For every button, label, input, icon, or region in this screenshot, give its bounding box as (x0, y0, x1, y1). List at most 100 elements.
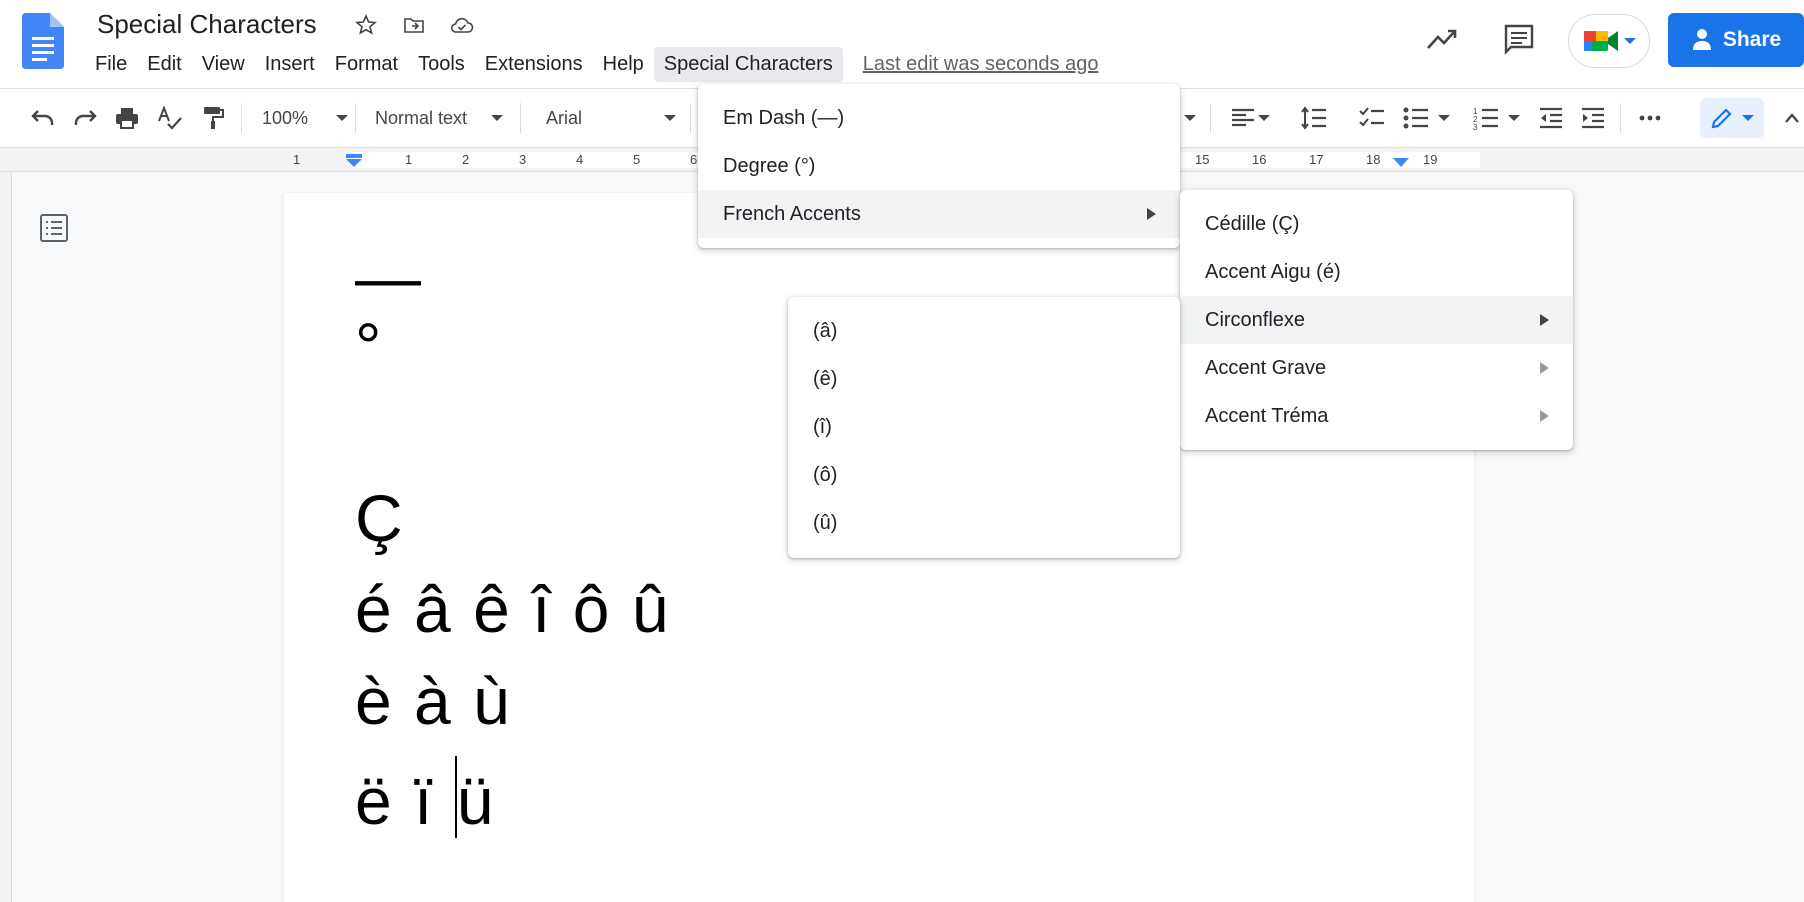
doc-text-after-cursor: ü (456, 764, 496, 838)
menu-item-o-circonflexe[interactable]: (ô) (788, 451, 1180, 499)
vertical-ruler[interactable] (0, 172, 12, 902)
ruler-number: 6 (690, 152, 698, 167)
ruler-number: 19 (1423, 152, 1438, 167)
menu-item-french-accents[interactable]: French Accents (698, 190, 1180, 238)
menu-item-u-circonflexe[interactable]: (û) (788, 499, 1180, 547)
print-icon[interactable] (114, 103, 140, 133)
menu-item-label: Cédille (Ç) (1205, 212, 1300, 235)
menu-item-label: (â) (813, 319, 838, 342)
ruler-number: 1 (405, 152, 413, 167)
right-indent-marker-icon[interactable] (1393, 158, 1409, 168)
menu-item-em-dash[interactable]: Em Dash (—) (698, 94, 1180, 142)
move-folder-icon[interactable] (400, 11, 428, 39)
ruler-number: 3 (519, 152, 527, 167)
more-options-icon[interactable] (1638, 103, 1662, 133)
french-accents-submenu: Cédille (Ç) Accent Aigu (é) Circonflexe … (1180, 190, 1573, 450)
meet-button[interactable] (1568, 14, 1650, 68)
menu-view[interactable]: View (192, 47, 255, 82)
font-value: Arial (546, 107, 583, 128)
doc-text-before-cursor: ë ï (355, 764, 455, 838)
ruler-number: 15 (1195, 152, 1210, 167)
star-icon[interactable] (352, 11, 380, 39)
checklist-icon[interactable] (1358, 103, 1386, 133)
svg-text:3: 3 (1473, 123, 1478, 130)
spellcheck-icon[interactable] (156, 103, 184, 133)
menu-item-cedille[interactable]: Cédille (Ç) (1180, 200, 1573, 248)
font-select[interactable]: Arial (546, 103, 677, 133)
editing-mode-button[interactable] (1700, 98, 1764, 138)
ruler-number: 2 (462, 152, 470, 167)
paint-format-icon[interactable] (200, 103, 226, 133)
ruler-number: 17 (1309, 152, 1324, 167)
cloud-saved-icon[interactable] (448, 11, 476, 39)
bulleted-list-icon[interactable] (1402, 103, 1450, 133)
menu-item-degree[interactable]: Degree (°) (698, 142, 1180, 190)
submenu-arrow-icon (1540, 410, 1549, 422)
header: Special Characters File Edit View Insert… (0, 0, 1804, 88)
menu-extensions[interactable]: Extensions (475, 47, 593, 82)
meet-icon (1584, 31, 1618, 51)
menu-item-accent-trema[interactable]: Accent Tréma (1180, 392, 1573, 440)
doc-line-trema: ë ï ü (355, 756, 495, 839)
numbered-list-icon[interactable]: 123 (1472, 103, 1520, 133)
ruler-number: 5 (633, 152, 641, 167)
menu-item-e-circonflexe[interactable]: (ê) (788, 355, 1180, 403)
increase-indent-icon[interactable] (1580, 103, 1606, 133)
zoom-value: 100% (262, 107, 309, 128)
menubar: File Edit View Insert Format Tools Exten… (85, 46, 1098, 82)
menu-item-label: French Accents (723, 202, 861, 225)
menu-file[interactable]: File (85, 47, 137, 82)
last-edit-link[interactable]: Last edit was seconds ago (863, 53, 1099, 76)
share-lock-person-icon (1692, 29, 1711, 50)
line-spacing-icon[interactable] (1300, 103, 1328, 133)
meet-caret-icon (1624, 38, 1636, 44)
menu-item-label: Circonflexe (1205, 308, 1306, 331)
menu-item-a-circonflexe[interactable]: (â) (788, 307, 1180, 355)
menu-tools[interactable]: Tools (408, 47, 475, 82)
decrease-indent-icon[interactable] (1538, 103, 1564, 133)
doc-line-degree: ° (355, 309, 384, 383)
docs-logo-icon[interactable] (22, 13, 64, 69)
menu-item-label: Em Dash (—) (723, 106, 845, 129)
menu-help[interactable]: Help (593, 47, 654, 82)
doc-line-aigu-circonflexe: é â ê î ô û (355, 572, 671, 646)
menu-item-label: Accent Grave (1205, 356, 1327, 379)
caret-icon[interactable] (1184, 103, 1196, 133)
document-outline-icon[interactable] (38, 212, 70, 249)
menu-item-circonflexe[interactable]: Circonflexe (1180, 296, 1573, 344)
menu-item-label: Accent Aigu (é) (1205, 260, 1341, 283)
undo-icon[interactable] (30, 103, 56, 133)
zoom-select[interactable]: 100% (262, 103, 349, 133)
special-characters-menu: Em Dash (—) Degree (°) French Accents (698, 84, 1180, 248)
zoom-caret-icon (336, 115, 349, 121)
menu-edit[interactable]: Edit (137, 47, 191, 82)
submenu-arrow-icon (1147, 208, 1156, 220)
menu-special-characters[interactable]: Special Characters (653, 46, 843, 82)
doc-line-cedille: Ç (355, 481, 405, 555)
submenu-arrow-icon (1540, 314, 1549, 326)
menu-format[interactable]: Format (325, 47, 408, 82)
menu-insert[interactable]: Insert (255, 47, 325, 82)
circonflexe-submenu: (â) (ê) (î) (ô) (û) (788, 297, 1180, 558)
font-caret-icon (664, 115, 677, 121)
document-title[interactable]: Special Characters (97, 9, 317, 40)
menu-item-accent-aigu[interactable]: Accent Aigu (é) (1180, 248, 1573, 296)
align-left-icon[interactable] (1230, 103, 1270, 133)
style-select[interactable]: Normal text (375, 103, 504, 133)
submenu-arrow-icon (1540, 362, 1549, 374)
menu-item-accent-grave[interactable]: Accent Grave (1180, 344, 1573, 392)
menu-item-label: (ê) (813, 367, 838, 390)
share-button[interactable]: Share (1668, 13, 1804, 67)
bullet-caret-icon (1438, 115, 1450, 121)
comments-icon[interactable] (1502, 22, 1536, 61)
menu-item-label: (ô) (813, 463, 838, 486)
collapse-menus-icon[interactable] (1784, 103, 1800, 133)
left-indent-marker-icon[interactable] (345, 154, 363, 168)
menu-item-label: (î) (813, 415, 832, 438)
style-value: Normal text (375, 107, 468, 128)
activity-trend-icon[interactable] (1425, 24, 1459, 59)
menu-item-i-circonflexe[interactable]: (î) (788, 403, 1180, 451)
doc-line-grave: è à ù (355, 664, 512, 738)
redo-icon[interactable] (72, 103, 98, 133)
doc-line-em-dash: — (355, 240, 423, 314)
